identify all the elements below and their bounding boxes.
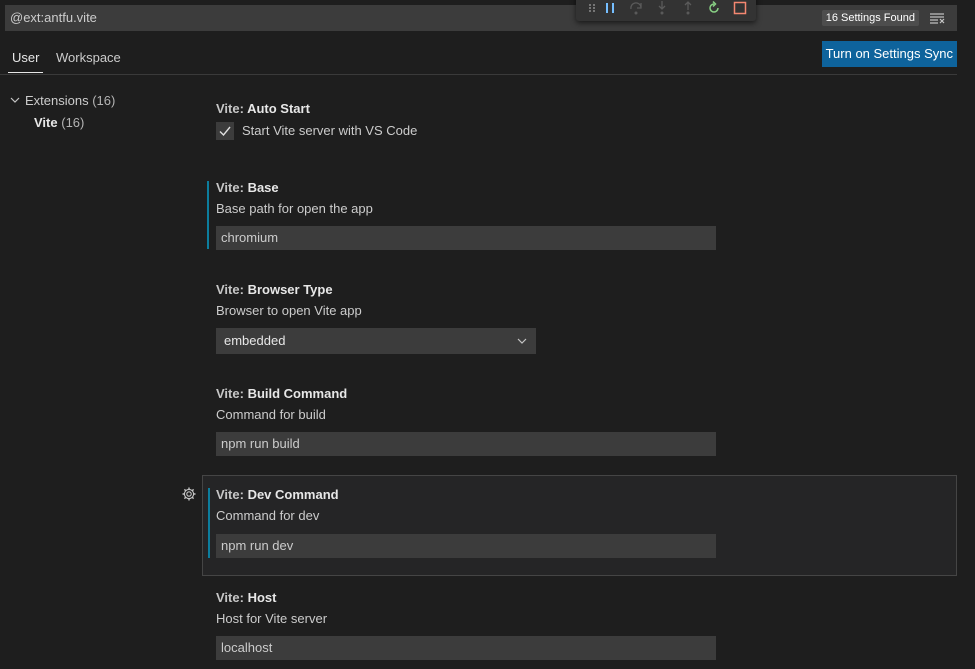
- toc-group-count: (16): [92, 93, 116, 108]
- setting-key: Dev Command: [247, 487, 339, 502]
- browser-type-select[interactable]: embedded: [216, 328, 536, 354]
- setting-title: Vite: Build Command: [216, 386, 347, 401]
- turn-on-settings-sync-button[interactable]: Turn on Settings Sync: [821, 41, 957, 67]
- setting-category: Vite:: [216, 386, 248, 401]
- pause-icon[interactable]: [602, 0, 618, 16]
- clear-filter-icon[interactable]: [929, 12, 945, 24]
- settings-scope-tabs: User Workspace: [0, 44, 957, 75]
- checkbox-label: Start Vite server with VS Code: [242, 123, 418, 138]
- chevron-down-icon: [517, 338, 527, 344]
- toc-item-count: (16): [61, 115, 85, 130]
- setting-key: Build Command: [247, 386, 348, 401]
- step-over-icon[interactable]: [628, 0, 644, 16]
- setting-browser-type: Vite: Browser Type Browser to open Vite …: [202, 274, 957, 366]
- setting-description: Command for build: [216, 407, 326, 422]
- debug-toolbar[interactable]: [576, 0, 756, 21]
- setting-category: Vite:: [216, 282, 248, 297]
- setting-build-command: Vite: Build Command Command for build np…: [202, 378, 957, 468]
- toc-item-vite[interactable]: Vite (16): [34, 115, 84, 130]
- chevron-down-icon: [10, 97, 20, 103]
- setting-category: Vite:: [216, 101, 248, 116]
- modified-indicator: [208, 488, 210, 558]
- setting-title: Vite: Host: [216, 590, 276, 605]
- setting-key: Browser Type: [247, 282, 333, 297]
- auto-start-checkbox[interactable]: [216, 122, 234, 140]
- checkmark-icon: [219, 126, 231, 137]
- setting-key: Base: [247, 180, 279, 195]
- setting-title: Vite: Auto Start: [216, 101, 310, 116]
- setting-description: Command for dev: [216, 508, 320, 523]
- setting-title: Vite: Base: [216, 180, 279, 195]
- select-value: embedded: [224, 333, 286, 348]
- drag-handle-icon[interactable]: [584, 0, 600, 16]
- setting-host: Vite: Host Host for Vite server localhos…: [202, 582, 957, 669]
- toc-group-extensions[interactable]: Extensions (16): [9, 93, 115, 108]
- settings-search-bar[interactable]: @ext:antfu.vite 16 Settings Found: [5, 5, 957, 31]
- setting-category: Vite:: [216, 180, 248, 195]
- tab-user[interactable]: User: [7, 50, 44, 73]
- toc-item-label: Vite: [34, 115, 58, 130]
- setting-description: Base path for open the app: [216, 201, 373, 216]
- host-input[interactable]: localhost: [216, 636, 716, 660]
- setting-title: Vite: Dev Command: [216, 487, 339, 502]
- build-command-input[interactable]: npm run build: [216, 432, 716, 456]
- setting-base: Vite: Base Base path for open the app ch…: [202, 172, 957, 262]
- setting-description: Host for Vite server: [216, 611, 328, 626]
- toc-group-label: Extensions: [25, 93, 89, 108]
- setting-dev-command: Vite: Dev Command Command for dev npm ru…: [202, 475, 957, 576]
- setting-key: Host: [247, 590, 277, 605]
- tab-workspace[interactable]: Workspace: [56, 50, 121, 65]
- setting-auto-start: Vite: Auto Start Start Vite server with …: [202, 92, 957, 162]
- stop-icon[interactable]: [732, 0, 748, 16]
- setting-title: Vite: Browser Type: [216, 282, 333, 297]
- dev-command-input[interactable]: npm run dev: [216, 534, 716, 558]
- setting-category: Vite:: [216, 487, 248, 502]
- setting-key: Auto Start: [247, 101, 310, 116]
- step-into-icon[interactable]: [654, 0, 670, 16]
- step-out-icon[interactable]: [680, 0, 696, 16]
- setting-description: Browser to open Vite app: [216, 303, 362, 318]
- restart-icon[interactable]: [706, 0, 722, 16]
- modified-indicator: [207, 181, 209, 249]
- gear-icon[interactable]: [181, 486, 197, 502]
- search-input[interactable]: @ext:antfu.vite: [10, 10, 97, 25]
- setting-category: Vite:: [216, 590, 248, 605]
- base-input[interactable]: chromium: [216, 226, 716, 250]
- settings-found-badge: 16 Settings Found: [821, 10, 919, 26]
